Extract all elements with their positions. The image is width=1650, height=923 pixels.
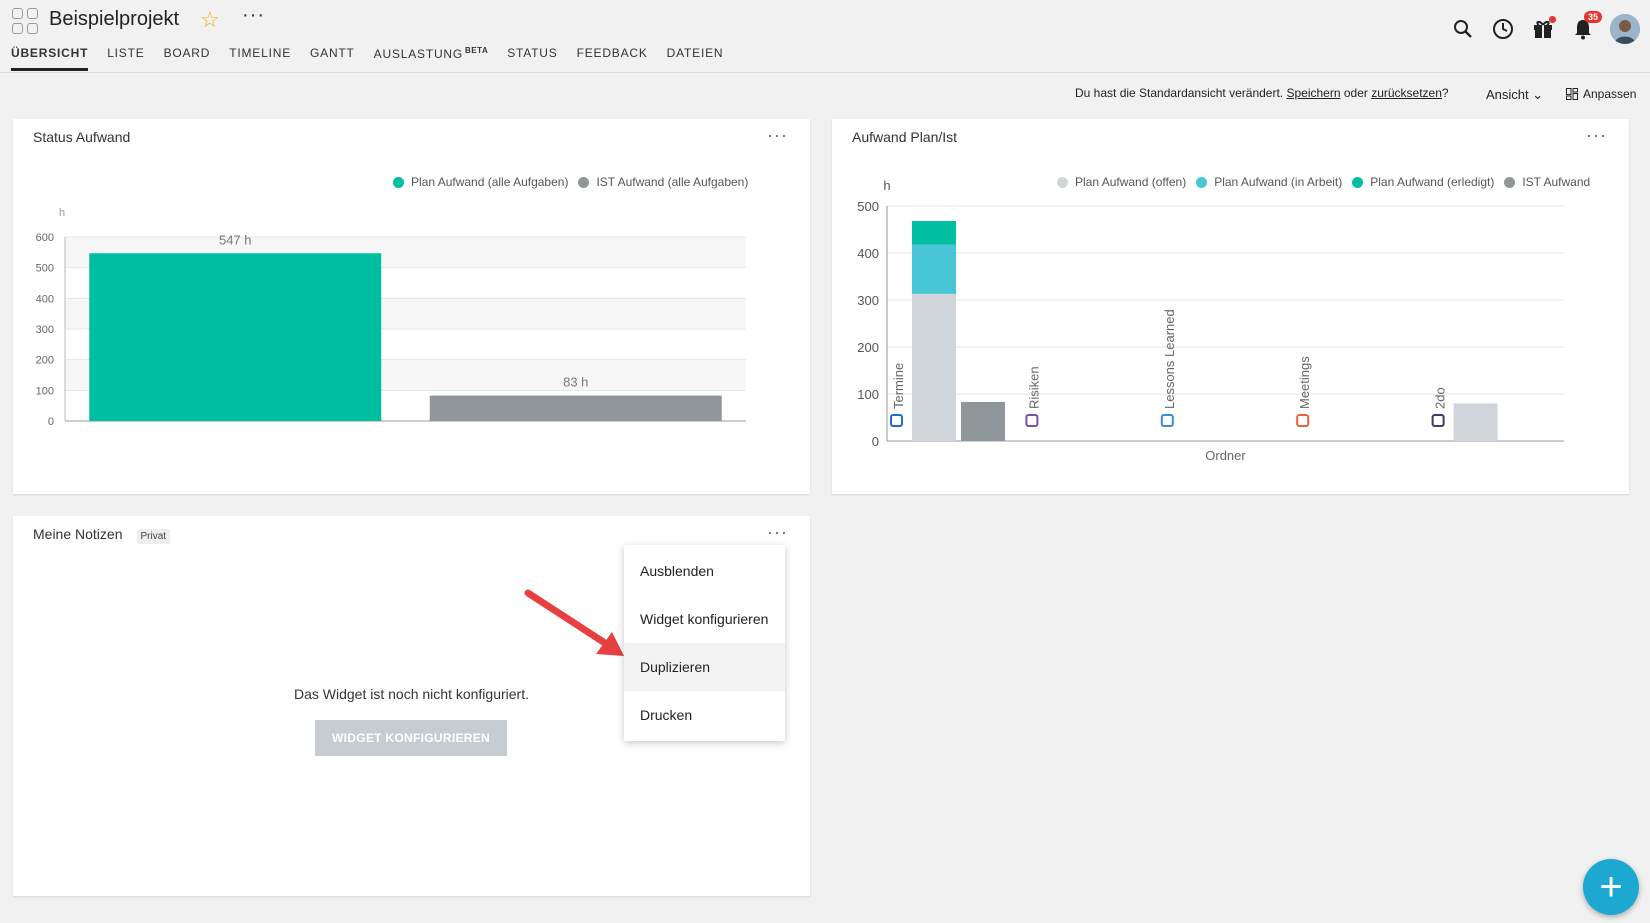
- y-axis-unit: h: [883, 178, 890, 193]
- annotation-arrow: [524, 589, 624, 656]
- tab-gantt[interactable]: GANTT: [310, 46, 355, 71]
- data-label: 83 h: [563, 375, 588, 390]
- category-icon: [890, 414, 903, 427]
- view-changed-notice: Du hast die Standardansicht verändert. S…: [1075, 86, 1449, 100]
- app-header: Beispielprojekt ☆ ··· ÜBERSICHT LISTE BO…: [0, 0, 1650, 73]
- y-tick-label: 300: [36, 324, 54, 336]
- search-icon[interactable]: [1450, 16, 1476, 42]
- y-tick-label: 400: [857, 246, 879, 261]
- category-icon: [1160, 414, 1174, 427]
- category-label: Meetings: [1297, 356, 1312, 409]
- project-title: Beispielprojekt: [49, 8, 180, 30]
- category-label: 2do: [1433, 387, 1448, 409]
- apps-grid-icon[interactable]: [12, 8, 38, 34]
- clock-icon[interactable]: [1490, 16, 1516, 42]
- tab-liste[interactable]: LISTE: [107, 46, 144, 71]
- chevron-down-icon: ⌄: [1532, 87, 1544, 102]
- stack-segment: [1453, 403, 1498, 441]
- tab-board[interactable]: BOARD: [164, 46, 211, 71]
- header-actions: 35: [1436, 11, 1640, 44]
- menu-item-widget-konfigurieren[interactable]: Widget konfigurieren: [624, 595, 785, 643]
- bell-icon[interactable]: 35: [1570, 11, 1602, 42]
- widget-aufwand-plan-ist: Aufwand Plan/Ist ··· Plan Aufwand (offen…: [832, 119, 1629, 494]
- category-icon: [1296, 414, 1310, 427]
- y-tick-label: 600: [36, 232, 54, 244]
- private-badge: Privat: [136, 529, 171, 544]
- tab-timeline[interactable]: TIMELINE: [229, 46, 291, 71]
- stack-segment: [912, 293, 956, 441]
- widget-menu-icon[interactable]: ···: [767, 522, 788, 543]
- save-view-link[interactable]: Speichern: [1286, 86, 1340, 100]
- gift-dot: [1549, 16, 1556, 23]
- stack-segment: [912, 221, 956, 245]
- y-tick-label: 0: [872, 434, 879, 449]
- category-icon: [1431, 414, 1445, 427]
- menu-item-drucken[interactable]: Drucken: [624, 691, 785, 739]
- data-label: 547 h: [219, 232, 252, 247]
- tab-status[interactable]: STATUS: [507, 46, 557, 71]
- y-tick-label: 200: [857, 340, 879, 355]
- bar-ist: [961, 401, 1005, 441]
- widget-status-aufwand: Status Aufwand ··· Plan Aufwand (alle Au…: [13, 119, 810, 494]
- y-tick-label: 100: [857, 387, 879, 402]
- y-tick-label: 500: [36, 263, 54, 275]
- category-icon: [1025, 414, 1039, 427]
- star-icon[interactable]: ☆: [200, 7, 220, 33]
- plus-icon: +: [1599, 864, 1623, 909]
- project-tabs: ÜBERSICHT LISTE BOARD TIMELINE GANTT AUS…: [11, 46, 742, 71]
- dashboard-icon: [1566, 88, 1578, 100]
- tab-feedback[interactable]: FEEDBACK: [577, 46, 648, 71]
- status-aufwand-chart: 0 100 200 300 400 500 600 h 547 h 83 h: [36, 207, 746, 428]
- menu-item-duplizieren[interactable]: Duplizieren: [624, 643, 785, 691]
- configure-widget-button[interactable]: WIDGET KONFIGURIEREN: [315, 720, 507, 756]
- add-fab-button[interactable]: +: [1583, 859, 1639, 915]
- reset-view-link[interactable]: zurücksetzen: [1371, 86, 1442, 100]
- aufwand-plan-ist-chart: 0 100 200 300 400 500 h Ordner Termine Risiken Les…: [857, 178, 1564, 463]
- tab-uebersicht[interactable]: ÜBERSICHT: [11, 46, 89, 71]
- y-tick-label: 500: [857, 199, 879, 214]
- gift-icon[interactable]: [1530, 16, 1556, 42]
- x-axis-title: Ordner: [1205, 448, 1246, 463]
- tab-dateien[interactable]: DATEIEN: [667, 46, 724, 71]
- notification-badge: 35: [1583, 11, 1602, 23]
- view-dropdown[interactable]: Ansicht ⌄: [1486, 87, 1543, 103]
- more-horizontal-icon[interactable]: ···: [242, 4, 265, 27]
- tab-auslastung[interactable]: AUSLASTUNG BETA: [374, 46, 489, 71]
- category-label: Risiken: [1026, 366, 1041, 409]
- customize-button[interactable]: Anpassen: [1566, 87, 1636, 101]
- y-tick-label: 400: [36, 293, 54, 305]
- y-tick-label: 200: [36, 355, 54, 367]
- widget-context-menu: Ausblenden Widget konfigurieren Duplizie…: [624, 545, 785, 741]
- y-tick-label: 300: [857, 293, 879, 308]
- category-label: Lessons Learned: [1162, 309, 1177, 409]
- bar-ist: [429, 395, 722, 421]
- menu-item-ausblenden[interactable]: Ausblenden: [624, 547, 785, 595]
- stack-segment: [912, 244, 956, 294]
- user-avatar[interactable]: [1610, 14, 1640, 44]
- bar-plan: [89, 253, 382, 421]
- y-tick-label: 100: [36, 385, 54, 397]
- y-axis-unit: h: [59, 207, 65, 219]
- widget-title: Meine Notizen Privat: [33, 526, 171, 544]
- category-label: Termine: [891, 363, 906, 409]
- beta-label: BETA: [465, 46, 489, 55]
- y-tick-label: 0: [48, 416, 54, 428]
